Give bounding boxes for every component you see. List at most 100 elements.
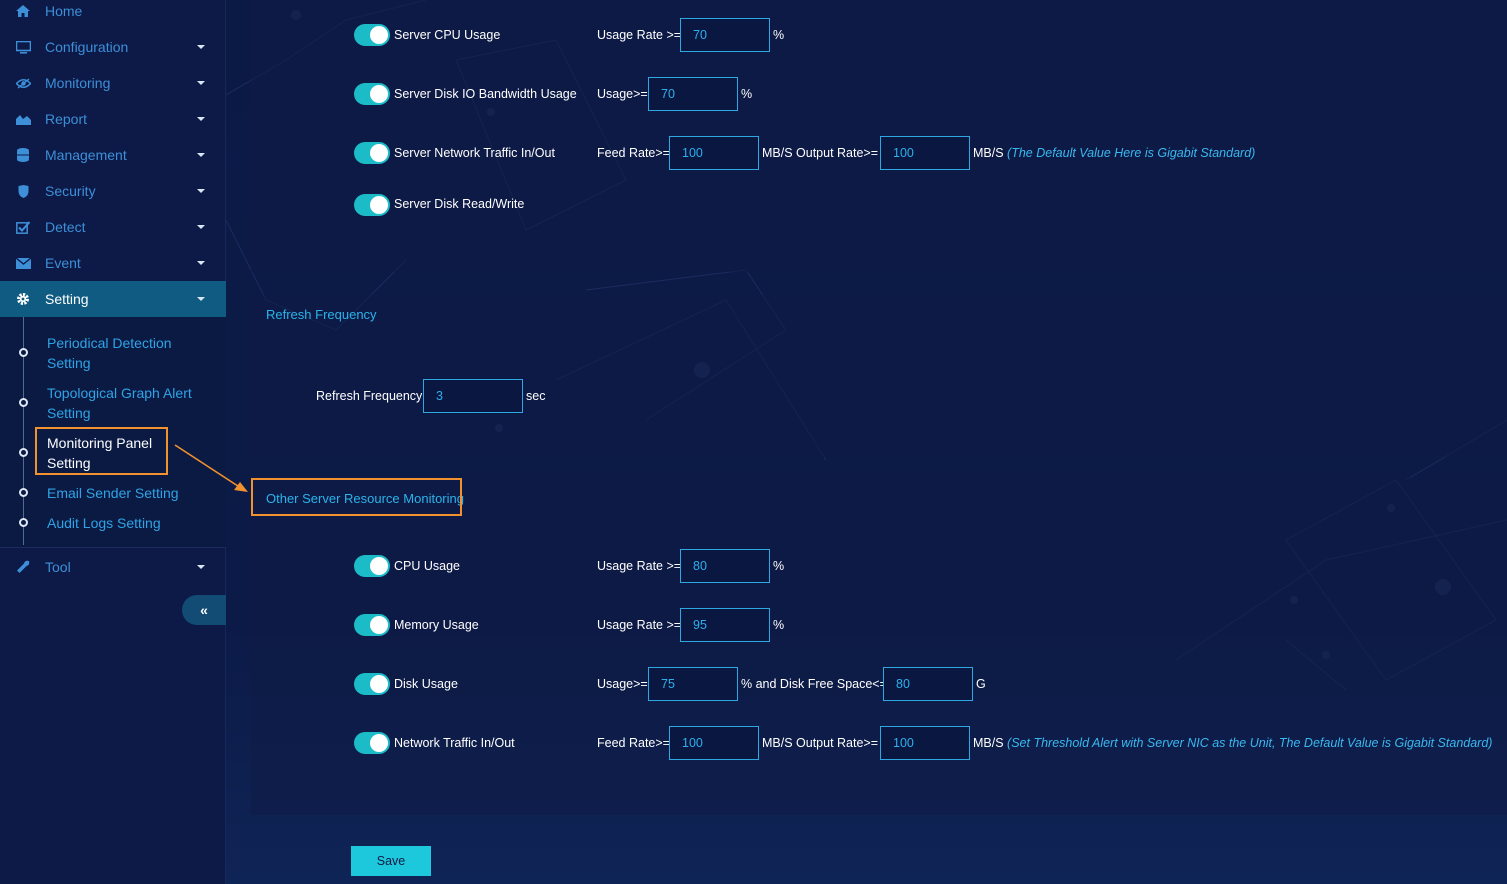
sidebar-item-event[interactable]: Event — [0, 245, 226, 281]
submenu-dot — [19, 488, 28, 497]
refresh-frequency-input[interactable]: 3 — [423, 379, 523, 413]
area-chart-icon — [15, 111, 31, 127]
other-server-resource-panel — [251, 478, 1507, 815]
usage-rate-prefix: Usage Rate >= — [597, 618, 682, 632]
chevron-down-icon — [197, 297, 205, 301]
gear-icon — [15, 291, 31, 307]
toggle-knob — [370, 26, 388, 44]
memory-usage-label: Memory Usage — [394, 618, 479, 632]
sidebar-item-setting[interactable]: Setting — [0, 281, 226, 317]
server-disk-io-label: Server Disk IO Bandwidth Usage — [394, 87, 577, 101]
sidebar-item-monitoring[interactable]: Monitoring — [0, 65, 226, 101]
chevron-down-icon — [197, 117, 205, 121]
shield-icon — [15, 183, 31, 199]
highlight-box-section-title — [251, 478, 462, 516]
feed-rate-input[interactable]: 100 — [669, 726, 759, 760]
chevron-down-icon — [197, 261, 205, 265]
server-cpu-usage-label: Server CPU Usage — [394, 28, 501, 42]
database-icon — [15, 147, 31, 163]
collapse-sidebar-button[interactable]: « — [182, 595, 226, 625]
disk-usage-label: Disk Usage — [394, 677, 458, 691]
server-disk-rw-toggle[interactable] — [354, 194, 390, 216]
sidebar-item-report[interactable]: Report — [0, 101, 226, 137]
toggle-knob — [370, 734, 388, 752]
sidebar-item-tool[interactable]: Tool — [0, 549, 226, 585]
save-button[interactable]: Save — [351, 846, 431, 876]
usage-rate-prefix: Usage Rate >= — [597, 559, 682, 573]
server-disk-io-input[interactable]: 70 — [648, 77, 738, 111]
sidebar-item-management[interactable]: Management — [0, 137, 226, 173]
disk-free-space-prefix: % and Disk Free Space<= — [741, 677, 887, 691]
server-disk-io-toggle[interactable] — [354, 83, 390, 105]
double-chevron-left-icon: « — [200, 602, 208, 618]
server-network-traffic-label: Server Network Traffic In/Out — [394, 146, 555, 160]
server-network-traffic-toggle[interactable] — [354, 142, 390, 164]
network-traffic-label: Network Traffic In/Out — [394, 736, 515, 750]
disk-usage-toggle[interactable] — [354, 673, 390, 695]
chevron-down-icon — [197, 45, 205, 49]
server-output-rate-input[interactable]: 100 — [880, 136, 970, 170]
mbs-unit: MB/S (The Default Value Here is Gigabit … — [973, 146, 1255, 160]
server-cpu-usage-toggle[interactable] — [354, 24, 390, 46]
submenu-dot — [19, 448, 28, 457]
annotation-arrow — [174, 444, 248, 492]
eye-icon — [15, 75, 31, 91]
percent-unit: % — [773, 559, 785, 573]
toggle-knob — [370, 675, 388, 693]
memory-usage-toggle[interactable] — [354, 614, 390, 636]
sidebar-item-label: Event — [45, 255, 81, 271]
server-cpu-usage-input[interactable]: 70 — [680, 18, 770, 52]
usage-rate-prefix: Usage Rate >= — [597, 28, 682, 42]
chevron-down-icon — [197, 225, 205, 229]
toggle-knob — [370, 557, 388, 575]
check-square-icon — [15, 219, 31, 235]
sidebar-item-label: Home — [45, 3, 83, 19]
gigabit-note: (The Default Value Here is Gigabit Stand… — [1007, 146, 1256, 160]
sidebar-item-security[interactable]: Security — [0, 173, 226, 209]
sidebar-item-configuration[interactable]: Configuration — [0, 29, 226, 65]
memory-usage-input[interactable]: 95 — [680, 608, 770, 642]
refresh-frequency-title: Refresh Frequency — [266, 307, 377, 322]
refresh-frequency-panel — [251, 295, 1507, 457]
percent-unit: % — [773, 28, 785, 42]
output-rate-prefix: MB/S Output Rate>= — [762, 146, 879, 160]
home-icon — [15, 3, 31, 19]
submenu-dot — [19, 518, 28, 527]
feed-rate-prefix: Feed Rate>= — [597, 146, 670, 160]
feed-rate-prefix: Feed Rate>= — [597, 736, 670, 750]
sidebar-item-label: Security — [45, 183, 96, 199]
sidebar-item-home[interactable]: Home — [0, 0, 226, 29]
toggle-knob — [370, 144, 388, 162]
submenu-dot — [19, 348, 28, 357]
cpu-usage-toggle[interactable] — [354, 555, 390, 577]
sidebar-item-detect[interactable]: Detect — [0, 209, 226, 245]
disk-usage-input[interactable]: 75 — [648, 667, 738, 701]
submenu-item-audit-logs[interactable]: Audit Logs Setting — [47, 513, 217, 533]
sidebar-item-label: Detect — [45, 219, 86, 235]
wrench-icon — [15, 559, 31, 575]
output-rate-prefix: MB/S Output Rate>= — [762, 736, 879, 750]
usage-prefix: Usage>= — [597, 87, 648, 101]
gigabyte-unit: G — [976, 677, 986, 691]
toggle-knob — [370, 196, 388, 214]
percent-unit: % — [773, 618, 785, 632]
chevron-down-icon — [197, 153, 205, 157]
network-traffic-toggle[interactable] — [354, 732, 390, 754]
mbs-unit: MB/S (Set Threshold Alert with Server NI… — [973, 736, 1492, 750]
submenu-item-topological-graph-alert[interactable]: Topological Graph Alert Setting — [47, 383, 217, 423]
monitor-icon — [15, 39, 31, 55]
server-disk-rw-label: Server Disk Read/Write — [394, 197, 525, 211]
cpu-usage-input[interactable]: 80 — [680, 549, 770, 583]
server-feed-rate-input[interactable]: 100 — [669, 136, 759, 170]
highlight-box-submenu — [35, 427, 168, 475]
disk-free-space-input[interactable]: 80 — [883, 667, 973, 701]
submenu-item-periodical-detection[interactable]: Periodical Detection Setting — [47, 333, 217, 373]
sidebar-item-label: Configuration — [45, 39, 129, 55]
output-rate-input[interactable]: 100 — [880, 726, 970, 760]
mbs-unit-text: MB/S — [973, 146, 1004, 160]
main-content: Server CPU Usage Usage Rate >= 70 % Serv… — [226, 0, 1507, 884]
sidebar-item-label: Management — [45, 147, 127, 163]
chevron-down-icon — [197, 189, 205, 193]
sidebar-item-label: Monitoring — [45, 75, 111, 91]
sidebar-item-label: Setting — [45, 291, 89, 307]
